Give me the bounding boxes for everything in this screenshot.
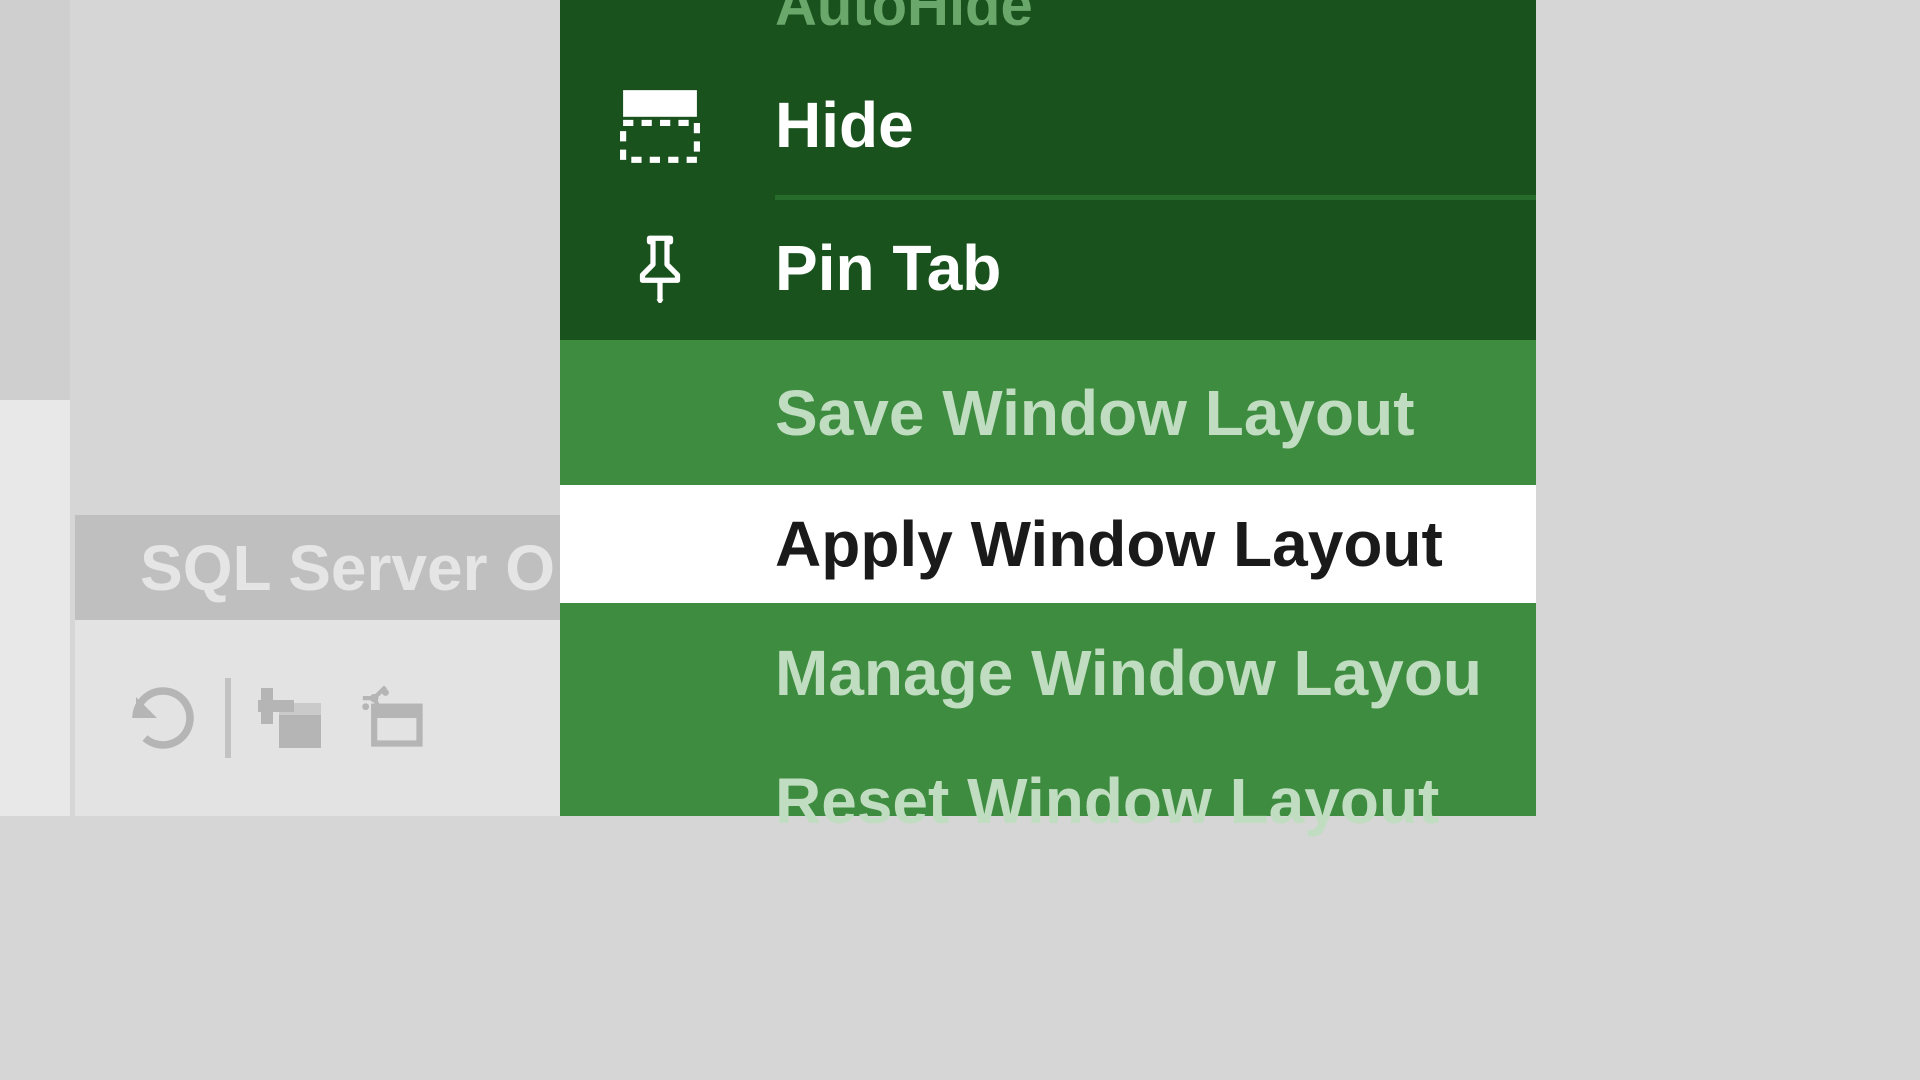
side-panel-light (0, 400, 70, 816)
menu-item-autohide[interactable]: AutoHide (560, 0, 1536, 55)
menu-item-apply-layout[interactable]: Apply Window Layout (560, 485, 1536, 603)
menu-item-save-layout[interactable]: Save Window Layout (560, 340, 1536, 485)
menu-label: Save Window Layout (775, 376, 1415, 450)
hide-icon (615, 80, 705, 170)
pin-icon (615, 223, 705, 313)
refresh-icon[interactable] (125, 681, 200, 756)
new-query-icon[interactable] (356, 681, 431, 756)
panel-header: SQL Server O (75, 515, 565, 620)
menu-item-hide[interactable]: Hide (560, 55, 1536, 195)
menu-item-reset-layout[interactable]: Reset Window Layout (560, 743, 1536, 816)
side-strip (0, 0, 70, 816)
menu-label: AutoHide (775, 0, 1033, 39)
panel-title: SQL Server O (140, 531, 555, 605)
new-database-icon[interactable] (256, 681, 331, 756)
menu-label: Pin Tab (775, 231, 1001, 305)
menu-label: Apply Window Layout (775, 507, 1443, 581)
menu-item-pin-tab[interactable]: Pin Tab (560, 195, 1536, 340)
background-panel: SQL Server O (0, 0, 560, 816)
toolbar-separator (225, 678, 231, 758)
menu-label: Hide (775, 88, 914, 162)
menu-separator (775, 195, 1536, 200)
menu-item-manage-layout[interactable]: Manage Window Layou (560, 603, 1536, 743)
window-menu: AutoHide Hide Pin Tab Save Window Layout… (560, 0, 1536, 816)
toolbar (75, 620, 565, 816)
menu-label: Manage Window Layou (775, 636, 1482, 710)
menu-label: Reset Window Layout (775, 764, 1439, 838)
